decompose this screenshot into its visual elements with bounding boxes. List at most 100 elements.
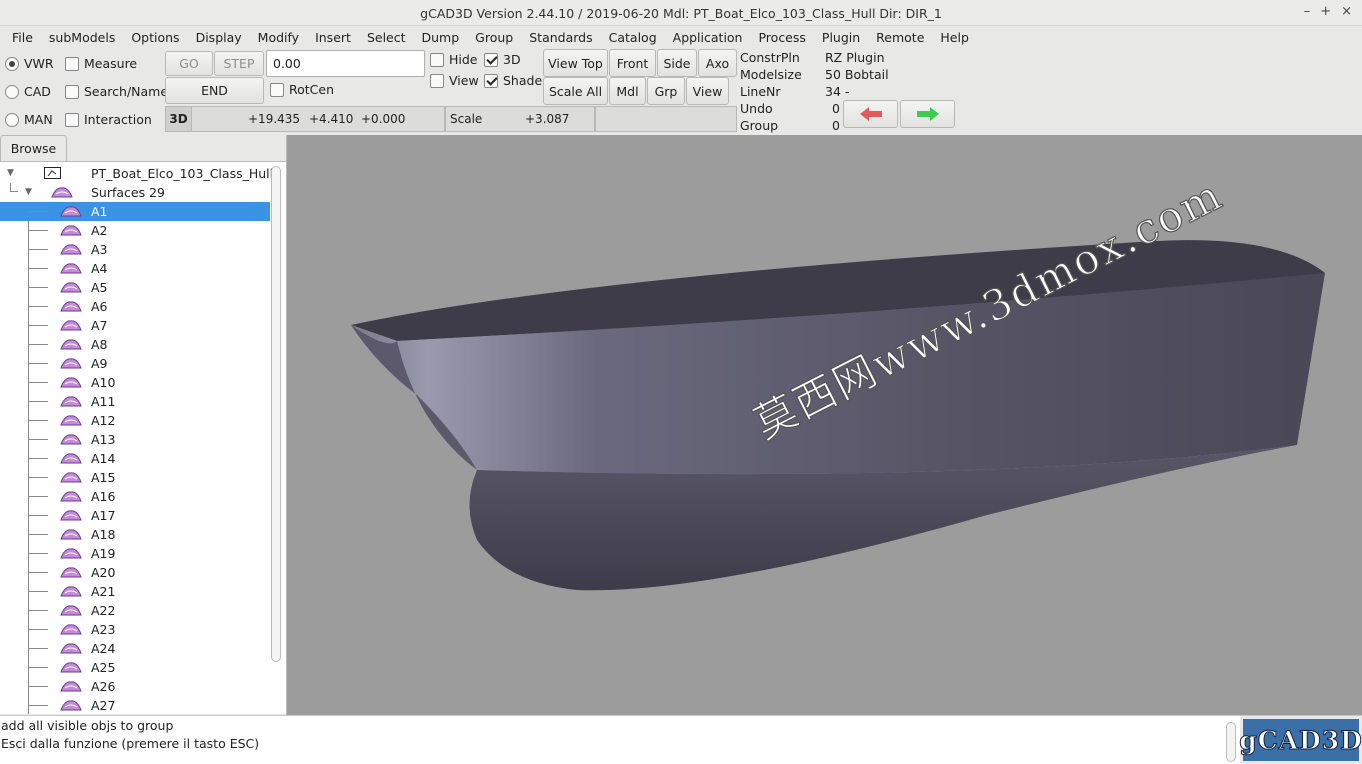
menu-help[interactable]: Help [932, 30, 977, 45]
tree-item[interactable]: A5 [0, 278, 270, 297]
close-icon[interactable]: × [1341, 4, 1352, 19]
maximize-icon[interactable]: + [1320, 4, 1331, 19]
tree-item[interactable]: A21 [0, 582, 270, 601]
expand-icon[interactable]: ▼ [7, 168, 14, 178]
view-button[interactable]: View [686, 77, 729, 105]
mode-cad[interactable]: CAD [5, 84, 51, 99]
status-scrollbar[interactable] [1226, 722, 1236, 762]
mode-vwr[interactable]: VWR [5, 56, 54, 71]
tree-item[interactable]: A11 [0, 392, 270, 411]
menu-plugin[interactable]: Plugin [814, 30, 868, 45]
step-button[interactable]: STEP [214, 51, 264, 76]
search-name-checkbox[interactable]: Search/Name [65, 84, 168, 99]
end-button[interactable]: END [165, 77, 264, 104]
tree-item[interactable]: A6 [0, 297, 270, 316]
tree-item[interactable]: A24 [0, 639, 270, 658]
tree-scrollbar[interactable] [271, 166, 281, 662]
tree-root[interactable]: ▼ PT_Boat_Elco_103_Class_Hull [0, 164, 273, 183]
tree-line [28, 306, 48, 307]
view-checkbox[interactable]: View [430, 73, 479, 88]
tree-item[interactable]: A25 [0, 658, 270, 677]
menu-file[interactable]: File [4, 30, 41, 45]
tree-item[interactable]: A22 [0, 601, 270, 620]
tree-item[interactable]: A19 [0, 544, 270, 563]
menu-submodels[interactable]: subModels [41, 30, 123, 45]
tree-item-label: A6 [91, 299, 108, 314]
menu-remote[interactable]: Remote [868, 30, 932, 45]
coord-x: +19.435 [248, 112, 301, 126]
hide-checkbox[interactable]: Hide [430, 52, 478, 67]
tree-item-label: A23 [91, 622, 116, 637]
interaction-checkbox[interactable]: Interaction [65, 112, 152, 127]
menu-process[interactable]: Process [750, 30, 813, 45]
surface-icon [60, 662, 82, 673]
side-button[interactable]: Side [657, 49, 697, 77]
minimize-icon[interactable]: – [1304, 4, 1311, 19]
tree-item[interactable]: A15 [0, 468, 270, 487]
three-d-checkbox[interactable]: 3D [484, 52, 521, 67]
undo-button[interactable] [843, 100, 898, 128]
tree-item[interactable]: A16 [0, 487, 270, 506]
radio-icon [5, 112, 19, 127]
scale-label: Scale [450, 112, 483, 126]
value-input[interactable]: 0.00 [266, 50, 425, 77]
menu-standards[interactable]: Standards [521, 30, 600, 45]
model-icon [44, 167, 61, 179]
surface-icon [60, 548, 82, 559]
menu-application[interactable]: Application [665, 30, 751, 45]
viewport-3d[interactable]: 莫西网www.3dmox.com [286, 135, 1362, 715]
tree-item[interactable]: A10 [0, 373, 270, 392]
menu-group[interactable]: Group [467, 30, 521, 45]
tree-item[interactable]: A23 [0, 620, 270, 639]
tree-line [28, 344, 48, 345]
go-button[interactable]: GO [165, 51, 213, 76]
tree-line [28, 420, 48, 421]
tree-item[interactable]: A27 [0, 696, 270, 714]
measure-checkbox[interactable]: Measure [65, 56, 137, 71]
menu-modify[interactable]: Modify [250, 30, 307, 45]
tree-item[interactable]: A2 [0, 221, 270, 240]
redo-button[interactable] [900, 100, 955, 128]
tree-item[interactable]: A26 [0, 677, 270, 696]
expand-icon[interactable]: ▼ [25, 187, 32, 197]
tab-browse[interactable]: Browse [0, 135, 67, 161]
tree-item-label: A10 [91, 375, 116, 390]
menu-insert[interactable]: Insert [307, 30, 359, 45]
tree-item[interactable]: A3 [0, 240, 270, 259]
tree-item[interactable]: A13 [0, 430, 270, 449]
tree-item[interactable]: A4 [0, 259, 270, 278]
info-label: Modelsize [740, 67, 802, 82]
tree-item-label: A4 [91, 261, 108, 276]
checkbox-icon [65, 56, 79, 71]
tree-item[interactable]: A20 [0, 563, 270, 582]
menu-catalog[interactable]: Catalog [601, 30, 665, 45]
mdl-button[interactable]: Mdl [609, 77, 646, 105]
menu-display[interactable]: Display [188, 30, 250, 45]
mode-man[interactable]: MAN [5, 112, 53, 127]
tree-item[interactable]: A8 [0, 335, 270, 354]
tree-item[interactable]: A9 [0, 354, 270, 373]
tree-item[interactable]: A17 [0, 506, 270, 525]
tree-line [28, 458, 48, 459]
tree-item-label: A1 [91, 204, 108, 219]
tree-item[interactable]: A12 [0, 411, 270, 430]
scale-all-button[interactable]: Scale All [543, 77, 608, 105]
view-top-button[interactable]: View Top [543, 49, 608, 77]
grp-button[interactable]: Grp [647, 77, 685, 105]
menu-select[interactable]: Select [359, 30, 414, 45]
checkbox-icon [65, 112, 79, 127]
shade-checkbox[interactable]: Shade [484, 73, 542, 88]
tree-item[interactable]: A18 [0, 525, 270, 544]
front-button[interactable]: Front [609, 49, 656, 77]
rotcen-checkbox[interactable]: RotCen [270, 82, 334, 97]
tree-item-label: A7 [91, 318, 108, 333]
menu-options[interactable]: Options [123, 30, 187, 45]
tree-item[interactable]: A7 [0, 316, 270, 335]
tree-group-surfaces[interactable]: ▼ Surfaces 29 [0, 183, 270, 202]
axo-button[interactable]: Axo [698, 49, 737, 77]
arrow-right-icon [916, 107, 939, 121]
menu-dump[interactable]: Dump [414, 30, 468, 45]
coord-z: +0.000 [361, 112, 406, 126]
tree-item[interactable]: A1 [0, 202, 270, 221]
tree-item[interactable]: A14 [0, 449, 270, 468]
